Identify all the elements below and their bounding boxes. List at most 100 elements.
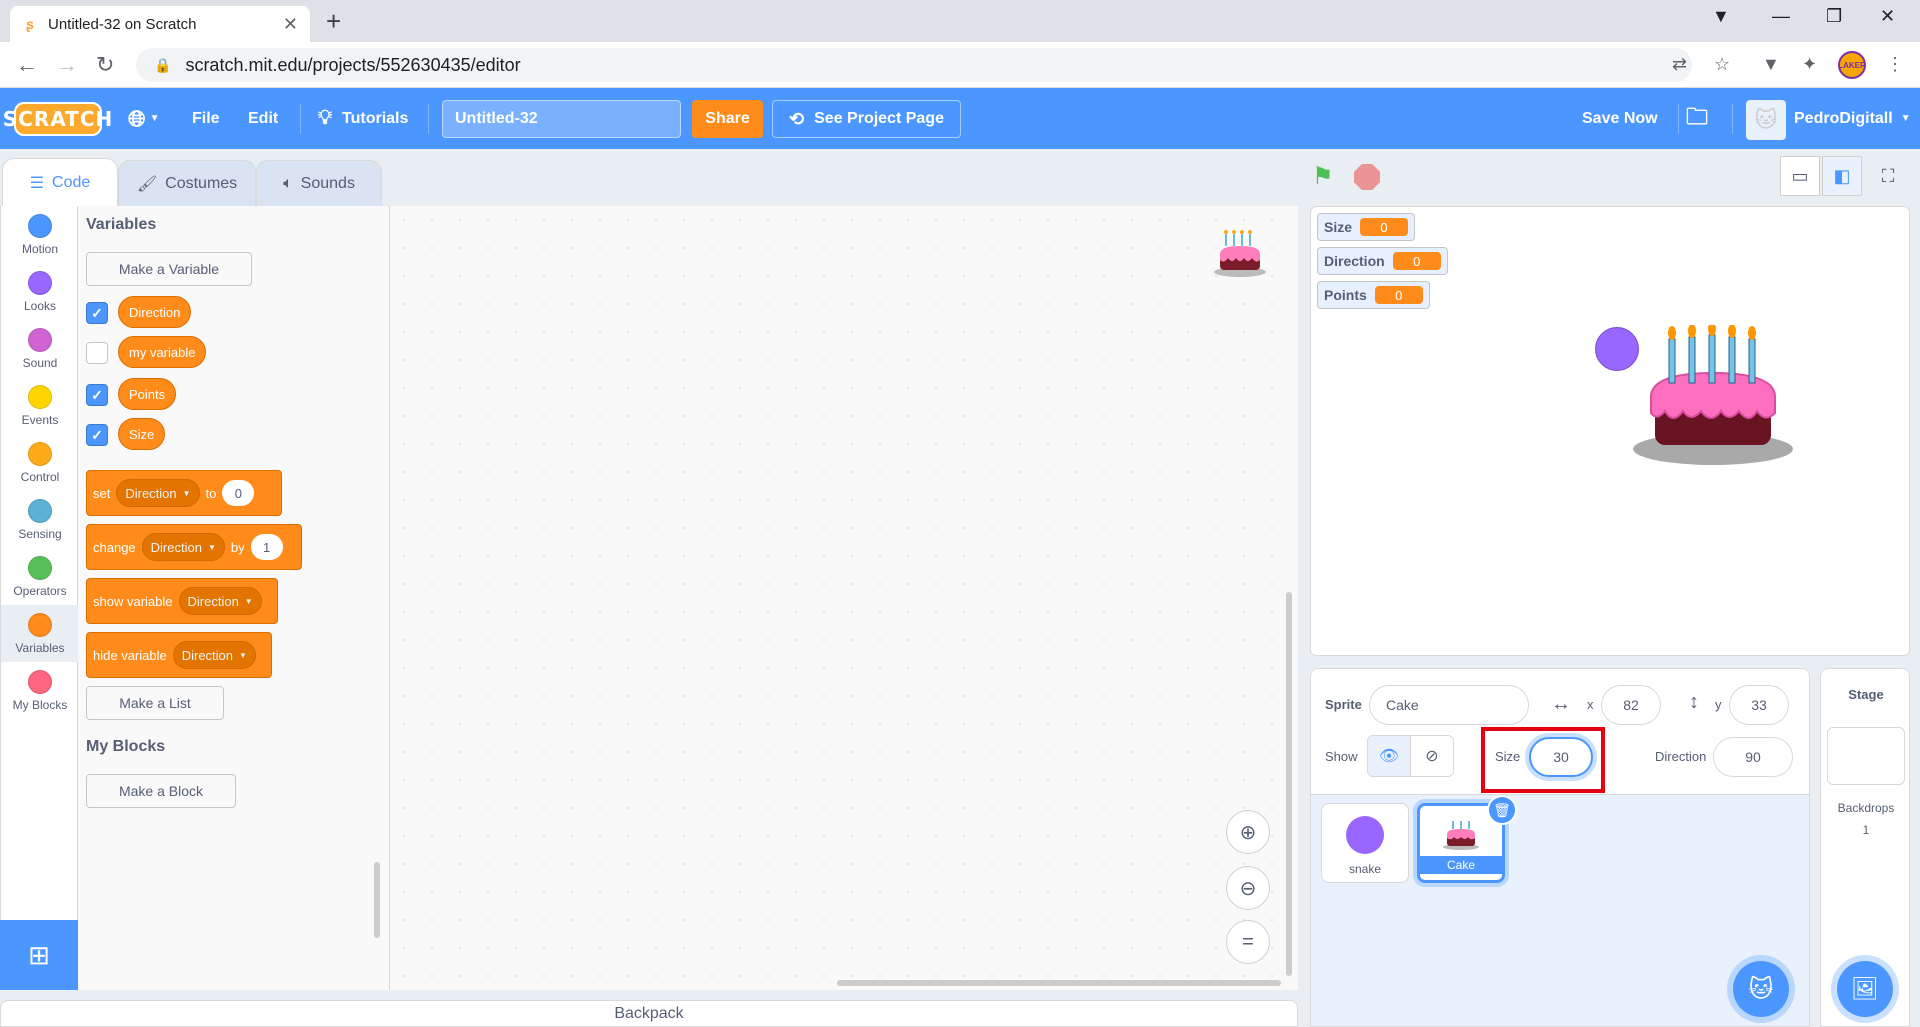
fullscreen-button[interactable]: ⛶ — [1868, 156, 1908, 196]
direction-input[interactable]: 90 — [1713, 737, 1793, 777]
variable-dropdown[interactable]: Direction ▼ — [172, 641, 256, 669]
small-stage-button[interactable]: ▭ — [1780, 156, 1820, 196]
extension-icon[interactable]: ▼ — [1762, 54, 1780, 75]
stage-thumbnail[interactable] — [1827, 727, 1905, 785]
new-tab-icon[interactable]: + — [326, 6, 341, 37]
choose-sprite-button[interactable]: 🐱︎ — [1733, 961, 1789, 1017]
back-icon[interactable]: ← — [16, 52, 38, 78]
close-window-icon[interactable]: ✕ — [1880, 6, 1895, 27]
monitor-size[interactable]: Size 0 — [1317, 213, 1416, 241]
close-tab-icon[interactable]: ✕ — [283, 14, 298, 35]
checkbox-size[interactable]: ✓ — [86, 424, 108, 446]
tab-costumes[interactable]: 🖌︎ Costumes — [118, 160, 256, 206]
reporter-my-variable[interactable]: my variable — [118, 336, 207, 368]
scripts-workspace[interactable]: ⊕ ⊖ = — [390, 206, 1298, 990]
variable-dropdown[interactable]: Direction ▼ — [116, 479, 200, 507]
variable-dropdown[interactable]: Direction ▼ — [178, 587, 262, 615]
make-variable-button[interactable]: Make a Variable — [86, 252, 252, 286]
hide-sprite-button[interactable]: ⊘ — [1410, 735, 1454, 777]
category-variables[interactable]: Variables — [1, 605, 79, 662]
variables-header: Variables — [86, 216, 157, 233]
project-title-input[interactable]: Untitled-32 — [442, 100, 681, 138]
category-operators[interactable]: Operators — [1, 548, 79, 605]
change-variable-block[interactable]: change Direction ▼ by 1 — [86, 524, 302, 570]
file-menu[interactable]: File — [192, 88, 220, 149]
translate-icon[interactable]: ⇄ — [1672, 54, 1687, 75]
green-flag-icon[interactable]: ⚑ — [1312, 162, 1334, 191]
language-menu[interactable]: 🌐︎ ▼ — [128, 88, 160, 149]
tab-sounds[interactable]: 🔈︎ Sounds — [256, 160, 382, 206]
x-position-input[interactable]: 82 — [1601, 685, 1661, 725]
reload-icon[interactable]: ↻ — [96, 52, 114, 78]
checkbox-my-variable[interactable] — [86, 342, 108, 364]
stage-canvas[interactable]: Size 0 Direction 0 Points 0 — [1310, 206, 1910, 656]
bookmark-star-icon[interactable]: ☆ — [1714, 54, 1730, 75]
tab-search-icon[interactable]: ▼ — [1712, 6, 1730, 27]
scratch-logo[interactable]: SCRATCH — [3, 102, 112, 136]
browser-tab[interactable]: ʂ Untitled-32 on Scratch ✕ — [10, 6, 310, 42]
category-my-blocks[interactable]: My Blocks — [1, 662, 79, 719]
tab-code[interactable]: ☰ Code — [2, 158, 118, 206]
choose-backdrop-button[interactable]: 🖼︎ — [1837, 961, 1893, 1017]
monitor-points[interactable]: Points 0 — [1317, 281, 1430, 309]
save-now-button[interactable]: Save Now — [1582, 88, 1658, 149]
user-avatar[interactable]: 🐱︎ — [1746, 100, 1786, 140]
zoom-out-button[interactable]: ⊖ — [1226, 866, 1270, 910]
chevron-down-icon: ▼ — [149, 113, 160, 124]
sprite-tile-snake[interactable]: snake — [1321, 803, 1409, 883]
reporter-direction[interactable]: Direction — [118, 296, 192, 328]
category-label: Events — [21, 412, 59, 427]
value-input[interactable]: 0 — [222, 480, 255, 506]
monitor-label: Size — [1324, 219, 1353, 235]
reporter-size[interactable]: Size — [118, 418, 166, 450]
value-input[interactable]: 1 — [250, 534, 283, 560]
monitor-value: 0 — [1360, 218, 1409, 236]
account-menu[interactable]: PedroDigitall ▼ — [1794, 88, 1911, 149]
tutorials-button[interactable]: 💡︎ Tutorials — [318, 88, 408, 149]
add-extension-button[interactable]: ⊞ — [0, 920, 78, 990]
y-position-input[interactable]: 33 — [1729, 685, 1789, 725]
checkbox-points[interactable]: ✓ — [86, 384, 108, 406]
stage-selector[interactable]: Stage Backdrops 1 🖼︎ — [1820, 668, 1910, 1027]
workspace-vertical-scrollbar[interactable] — [1286, 592, 1292, 976]
my-stuff-folder-icon[interactable]: 🗀 — [1686, 88, 1708, 149]
normal-stage-button[interactable]: ◧ — [1822, 156, 1862, 196]
puzzle-extensions-icon[interactable]: ✦ — [1802, 54, 1817, 75]
workspace-horizontal-scrollbar[interactable] — [837, 980, 1281, 986]
hide-variable-block[interactable]: hide variable Direction ▼ — [86, 632, 272, 678]
category-sensing[interactable]: Sensing — [1, 491, 79, 548]
category-motion[interactable]: Motion — [1, 206, 79, 263]
stop-icon[interactable] — [1354, 164, 1380, 190]
restore-icon[interactable]: ❐ — [1826, 6, 1842, 27]
monitor-direction[interactable]: Direction 0 — [1317, 247, 1448, 275]
make-block-button[interactable]: Make a Block — [86, 774, 236, 808]
stage-sprite-cake[interactable] — [1631, 325, 1795, 467]
delete-sprite-trash-icon[interactable]: 🗑︎ — [1487, 795, 1517, 825]
share-button[interactable]: Share — [692, 100, 763, 138]
category-events[interactable]: Events — [1, 377, 79, 434]
sprite-name-input[interactable]: Cake — [1369, 685, 1529, 725]
zoom-reset-button[interactable]: = — [1226, 920, 1270, 964]
edit-menu[interactable]: Edit — [248, 88, 278, 149]
reporter-points[interactable]: Points — [118, 378, 177, 410]
show-variable-block[interactable]: show variable Direction ▼ — [86, 578, 278, 624]
variable-dropdown[interactable]: Direction ▼ — [141, 533, 225, 561]
browser-profile-avatar[interactable]: LAKER — [1838, 51, 1866, 79]
see-project-page-button[interactable]: ⟲ See Project Page — [772, 100, 961, 138]
direction-label: Direction — [1655, 749, 1707, 764]
set-variable-block[interactable]: set Direction ▼ to 0 — [86, 470, 282, 516]
make-list-button[interactable]: Make a List — [86, 686, 224, 720]
zoom-in-button[interactable]: ⊕ — [1226, 810, 1270, 854]
category-looks[interactable]: Looks — [1, 263, 79, 320]
address-bar[interactable]: 🔒 scratch.mit.edu/projects/552630435/edi… — [136, 48, 1692, 82]
category-control[interactable]: Control — [1, 434, 79, 491]
category-sound[interactable]: Sound — [1, 320, 79, 377]
minimize-icon[interactable]: — — [1772, 6, 1790, 27]
browser-menu-icon[interactable]: ⋮ — [1886, 54, 1904, 75]
see-project-page-label: See Project Page — [814, 110, 944, 127]
checkbox-direction[interactable]: ✓ — [86, 302, 108, 324]
show-sprite-button[interactable]: 👁︎ — [1367, 735, 1411, 777]
backpack-header[interactable]: Backpack — [0, 1000, 1298, 1027]
palette-scrollbar[interactable] — [374, 862, 380, 938]
forward-icon[interactable]: → — [56, 52, 78, 78]
